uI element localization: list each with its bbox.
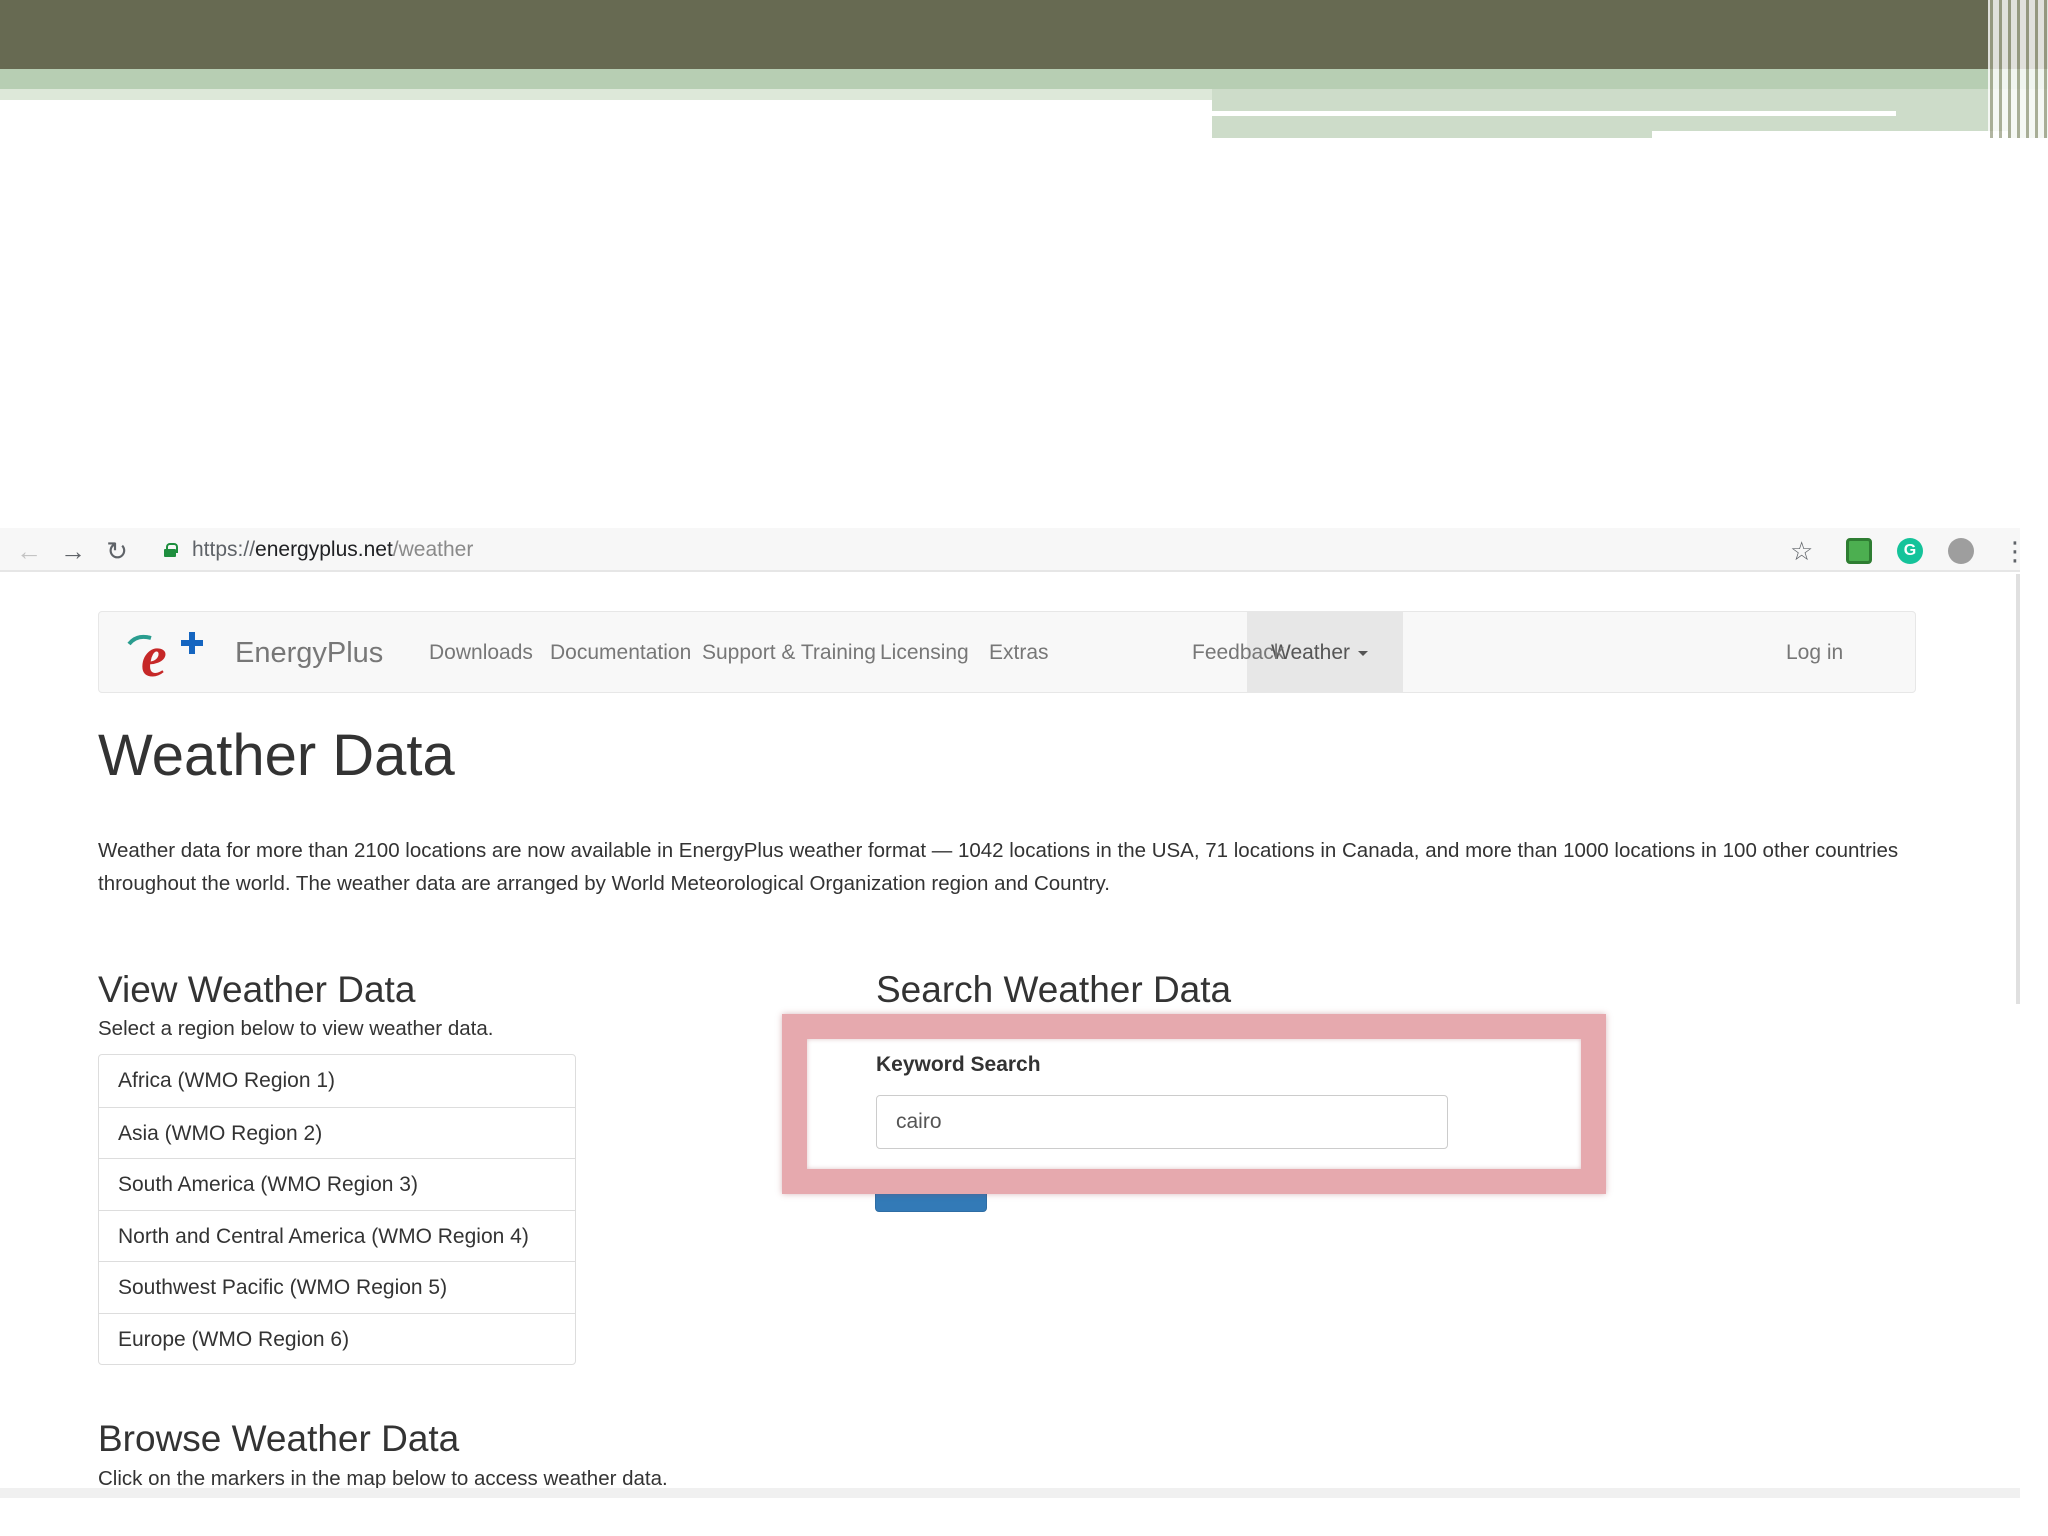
page-title: Weather Data	[98, 723, 455, 788]
slide-header-bar	[0, 0, 2048, 69]
nav-documentation[interactable]: Documentation	[550, 640, 691, 666]
svg-text:e: e	[141, 624, 167, 684]
nav-weather-wrap: Weather	[1271, 640, 1368, 666]
extension-icon[interactable]	[1846, 538, 1872, 564]
region-link[interactable]: Asia (WMO Region 2)	[99, 1106, 575, 1159]
intro-paragraph: Weather data for more than 2100 location…	[98, 839, 1899, 895]
vertical-scrollbar[interactable]	[2016, 574, 2020, 1004]
browser-window: ← → ↻ https://energyplus.net/weather ☆ ⋮…	[0, 528, 2028, 1498]
slide-header-line	[1212, 111, 1896, 116]
address-bar[interactable]: https://energyplus.net/weather	[192, 537, 473, 563]
nav-support-training[interactable]: Support & Training	[702, 640, 876, 666]
browser-menu-icon[interactable]: ⋮	[2002, 534, 2028, 568]
page-viewport: e EnergyPlus Downloads Documentation Sup…	[0, 574, 2020, 1496]
region-link[interactable]: Southwest Pacific (WMO Region 5)	[99, 1261, 575, 1313]
bookmark-star-icon[interactable]: ☆	[1790, 534, 1813, 568]
back-arrow-icon[interactable]: ←	[12, 534, 46, 568]
slide-header-stripe	[0, 89, 1212, 100]
nav-extras[interactable]: Extras	[989, 640, 1049, 666]
nav-login[interactable]: Log in	[1786, 640, 1843, 666]
region-link[interactable]: Africa (WMO Region 1)	[99, 1055, 575, 1107]
slide-header-stripe	[0, 69, 2048, 89]
nav-downloads[interactable]: Downloads	[429, 640, 533, 666]
nav-feedback[interactable]: Feedback	[1192, 640, 1284, 666]
browse-weather-heading: Browse Weather Data	[98, 1418, 460, 1459]
url-scheme: https://	[192, 538, 256, 561]
browser-toolbar: ← → ↻ https://energyplus.net/weather ☆ ⋮	[0, 528, 2028, 572]
caret-down-icon	[1358, 650, 1368, 656]
nav-licensing[interactable]: Licensing	[880, 640, 969, 666]
url-path: /weather	[392, 538, 474, 561]
slide-header-line	[1652, 131, 2008, 138]
url-host: energyplus.net	[255, 538, 393, 561]
region-link[interactable]: North and Central America (WMO Region 4)	[99, 1209, 575, 1262]
reload-icon[interactable]: ↻	[100, 534, 134, 568]
site-navbar: e EnergyPlus Downloads Documentation Sup…	[98, 611, 1916, 693]
keyword-search-label: Keyword Search	[876, 1053, 1041, 1076]
slide-header-lines	[1988, 0, 2048, 138]
forward-arrow-icon[interactable]: →	[56, 534, 90, 568]
region-link[interactable]: Europe (WMO Region 6)	[99, 1312, 575, 1365]
lock-icon[interactable]	[164, 543, 178, 557]
brand-name[interactable]: EnergyPlus	[235, 636, 383, 670]
energyplus-logo-icon[interactable]: e	[123, 624, 211, 684]
window-bottom-edge	[0, 1488, 2020, 1498]
view-weather-help: Select a region below to view weather da…	[98, 1017, 494, 1040]
search-weather-heading: Search Weather Data	[876, 969, 1232, 1010]
view-weather-heading: View Weather Data	[98, 969, 416, 1010]
extension-icon[interactable]	[1948, 538, 1974, 564]
region-list: Africa (WMO Region 1) Asia (WMO Region 2…	[98, 1054, 576, 1365]
keyword-search-input[interactable]	[876, 1095, 1448, 1149]
grammarly-extension-icon[interactable]	[1897, 538, 1923, 564]
region-link[interactable]: South America (WMO Region 3)	[99, 1158, 575, 1210]
